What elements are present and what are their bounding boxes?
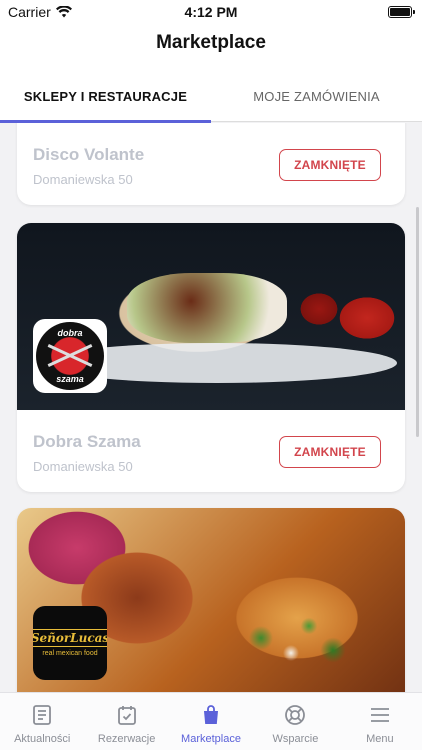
battery-icon [388, 6, 415, 18]
clock: 4:12 PM [184, 4, 238, 20]
store-card-senor-lucas[interactable]: SeñorLucas real mexican food [17, 508, 405, 692]
store-address: Domaniewska 50 [33, 172, 133, 187]
tab-stores-restaurants[interactable]: SKLEPY I RESTAURACJE [0, 72, 211, 121]
segment-tabs: SKLEPY I RESTAURACJE MOJE ZAMÓWIENIA [0, 72, 422, 122]
stores-list[interactable]: Disco Volante Domaniewska 50 ZAMKNIĘTE d… [0, 123, 422, 692]
tab-reservations[interactable]: Rezerwacje [84, 693, 168, 750]
hamburger-menu-icon [370, 708, 389, 722]
logo-text-top: dobra [57, 328, 83, 338]
logo-text-bottom: real mexican food [42, 650, 98, 657]
store-info: Dobra Szama Domaniewska 50 ZAMKNIĘTE [17, 410, 405, 492]
tab-label: Wsparcie [272, 733, 319, 745]
logo-text-bottom: szama [56, 374, 84, 384]
closed-status-button[interactable]: ZAMKNIĘTE [279, 436, 381, 468]
tab-support[interactable]: Wsparcie [253, 693, 337, 750]
page-title: Marketplace [156, 32, 266, 53]
dobra-szama-logo-icon: dobra szama [36, 322, 104, 390]
shopping-bag-icon [204, 705, 219, 724]
lifebuoy-icon [285, 705, 306, 725]
tab-marketplace[interactable]: Marketplace [169, 693, 253, 750]
store-image: SeñorLucas real mexican food [17, 508, 405, 692]
bottom-tab-bar: Aktualności Rezerwacje Marketplace Wspar… [0, 692, 422, 750]
tab-label: Menu [366, 733, 394, 745]
news-icon [33, 705, 52, 725]
store-card-dobra-szama[interactable]: dobra szama Dobra Szama Domaniewska 50 Z… [17, 223, 405, 492]
store-name: Disco Volante [33, 145, 145, 164]
store-card-disco-volante[interactable]: Disco Volante Domaniewska 50 ZAMKNIĘTE [17, 123, 405, 205]
tab-label: Rezerwacje [97, 733, 156, 745]
logo-text-top: SeñorLucas [33, 629, 107, 647]
calendar-check-icon [117, 706, 136, 725]
store-logo: dobra szama [33, 319, 107, 393]
closed-status-button[interactable]: ZAMKNIĘTE [279, 149, 381, 181]
store-logo: SeñorLucas real mexican food [33, 606, 107, 680]
store-name: Dobra Szama [33, 432, 141, 451]
tab-label: Marketplace [181, 733, 241, 745]
store-image: dobra szama [17, 223, 405, 410]
wrap-filling-image [127, 273, 287, 343]
status-bar: Carrier 4:12 PM [0, 0, 422, 24]
nav-header: Marketplace [0, 24, 422, 72]
tab-news[interactable]: Aktualności [0, 693, 84, 750]
tab-menu[interactable]: Menu [338, 693, 422, 750]
tacos-garnish-image [237, 608, 357, 668]
store-info: Disco Volante Domaniewska 50 ZAMKNIĘTE [17, 123, 405, 205]
store-address: Domaniewska 50 [33, 459, 133, 474]
scrollbar[interactable] [416, 207, 419, 437]
tab-my-orders[interactable]: MOJE ZAMÓWIENIA [211, 72, 422, 121]
tab-label: Aktualności [14, 733, 71, 745]
